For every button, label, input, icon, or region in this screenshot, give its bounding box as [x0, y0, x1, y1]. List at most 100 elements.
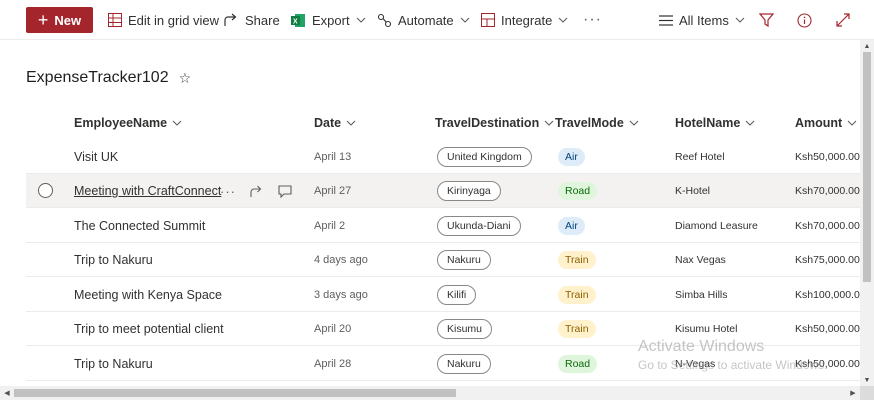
info-icon — [797, 12, 812, 28]
column-header-label: Date — [314, 116, 342, 130]
date-cell: April 2 — [314, 220, 346, 232]
destination-cell: Ukunda-Diani — [437, 209, 521, 243]
employee-name-cell[interactable]: Meeting with CraftConnect — [74, 174, 221, 208]
scroll-down-arrow-icon[interactable]: ▼ — [863, 376, 871, 384]
mode-cell: Train — [558, 243, 596, 277]
export-label: Export — [312, 12, 350, 28]
row-select-radio[interactable] — [38, 183, 53, 198]
row-actions: ··· — [220, 174, 292, 208]
filter-button[interactable] — [759, 0, 780, 40]
integrate-button[interactable]: Integrate — [481, 0, 574, 40]
mode-pill: Train — [558, 251, 596, 269]
destination-cell: Kisumu — [437, 312, 493, 346]
employee-name-cell[interactable]: Visit UK — [74, 140, 118, 174]
comment-icon[interactable] — [278, 184, 292, 198]
more-actions-button[interactable]: ··· — [583, 0, 602, 40]
date-cell: April 28 — [314, 358, 352, 370]
table-row[interactable]: Trip to Nakuru 4 days ago Nakuru Train N… — [26, 243, 860, 277]
activation-watermark-title: Activate Windows — [638, 338, 765, 355]
info-button[interactable] — [797, 0, 818, 40]
destination-cell: United Kingdom — [437, 140, 532, 174]
filter-icon — [759, 13, 774, 27]
vertical-scrollbar[interactable]: ▲ ▼ — [860, 40, 874, 386]
amount-cell: Ksh75,000.00 — [795, 254, 860, 266]
chevron-down-icon — [629, 120, 639, 126]
chevron-down-icon — [346, 120, 356, 126]
destination-pill: Nakuru — [437, 354, 491, 374]
table-row[interactable]: Meeting with Kenya Space 3 days ago Kili… — [26, 278, 866, 312]
chevron-down-icon — [735, 17, 745, 23]
view-selector[interactable]: All Items — [659, 0, 751, 40]
destination-pill: Kirinyaga — [437, 181, 501, 201]
grid-icon — [108, 13, 122, 27]
destination-pill: Nakuru — [437, 250, 491, 270]
mode-cell: Train — [558, 312, 596, 346]
expand-button[interactable] — [836, 0, 856, 40]
employee-name-cell[interactable]: Trip to Nakuru — [74, 243, 153, 277]
amount-cell: Ksh70,000.00 — [795, 220, 860, 232]
automate-label: Automate — [398, 12, 454, 28]
scroll-left-arrow-icon[interactable]: ◀ — [3, 389, 11, 397]
destination-pill: Kisumu — [437, 319, 493, 339]
destination-pill: United Kingdom — [437, 147, 532, 167]
scroll-right-arrow-icon[interactable]: ▶ — [849, 389, 857, 397]
chevron-down-icon — [745, 120, 755, 126]
mode-cell: Air — [558, 209, 585, 243]
column-header-travel-mode[interactable]: TravelMode — [555, 112, 639, 134]
view-selector-label: All Items — [679, 12, 729, 28]
share-button[interactable]: Share — [224, 0, 280, 40]
employee-name-cell[interactable]: Meeting with Kenya Space — [74, 278, 222, 312]
destination-pill: Kilifi — [437, 285, 477, 305]
destination-cell: Kirinyaga — [437, 174, 501, 208]
column-header-travel-destination[interactable]: TravelDestination — [435, 112, 554, 134]
hotel-cell: Diamond Leasure — [675, 220, 758, 232]
favorite-star-icon[interactable]: ☆ — [179, 70, 192, 87]
edit-grid-view-button[interactable]: Edit in grid view — [108, 0, 219, 40]
integrate-label: Integrate — [501, 12, 553, 28]
hotel-cell: Reef Hotel — [675, 151, 725, 163]
integrate-icon — [481, 13, 495, 27]
row-more-button[interactable]: ··· — [220, 184, 236, 199]
column-header-employee-name[interactable]: EmployeeName — [74, 112, 182, 134]
column-header-label: HotelName — [675, 116, 741, 130]
mode-cell: Train — [558, 278, 596, 312]
plus-icon: + — [37, 10, 49, 30]
employee-name-cell[interactable]: Trip to Nakuru — [74, 347, 153, 381]
destination-pill: Ukunda-Diani — [437, 216, 521, 236]
mode-cell: Road — [558, 174, 598, 208]
destination-cell: Nakuru — [437, 347, 491, 381]
expand-icon — [836, 13, 850, 27]
vertical-scroll-thumb[interactable] — [863, 52, 871, 282]
command-bar: + New Edit in grid view Share X Export A… — [0, 0, 874, 40]
hotel-cell: Simba Hills — [675, 289, 728, 301]
mode-cell: Air — [558, 140, 585, 174]
automate-button[interactable]: Automate — [377, 0, 476, 40]
table-row[interactable]: Meeting with CraftConnect ··· April 27 K… — [26, 174, 860, 208]
destination-cell: Kilifi — [437, 278, 477, 312]
table-row[interactable]: The Connected Summit April 2 Ukunda-Dian… — [26, 209, 860, 243]
page-title: ExpenseTracker102 — [26, 69, 169, 86]
new-button[interactable]: + New — [26, 7, 93, 33]
share-icon[interactable] — [250, 185, 264, 198]
list-title-area: ExpenseTracker102 ☆ — [26, 69, 191, 87]
column-header-label: TravelDestination — [435, 116, 540, 130]
employee-name-cell[interactable]: Trip to meet potential client — [74, 312, 224, 346]
horizontal-scrollbar[interactable]: ◀ ▶ — [0, 386, 860, 400]
column-header-label: EmployeeName — [74, 116, 168, 130]
date-cell: 3 days ago — [314, 289, 368, 301]
hotel-cell: Nax Vegas — [675, 254, 726, 266]
table-row[interactable]: Visit UK April 13 United Kingdom Air Ree… — [26, 140, 860, 174]
employee-name-cell[interactable]: The Connected Summit — [74, 209, 205, 243]
column-header-label: Amount — [795, 116, 843, 130]
scroll-up-arrow-icon[interactable]: ▲ — [863, 42, 871, 50]
column-header-date[interactable]: Date — [314, 112, 356, 134]
mode-pill: Air — [558, 148, 585, 166]
column-header-hotel-name[interactable]: HotelName — [675, 112, 755, 134]
column-header-amount[interactable]: Amount — [795, 112, 857, 134]
horizontal-scroll-thumb[interactable] — [14, 389, 456, 397]
share-label: Share — [245, 12, 280, 28]
more-actions-label: ··· — [583, 11, 602, 28]
amount-cell: Ksh50,000.00 — [795, 151, 860, 163]
chevron-down-icon — [847, 120, 857, 126]
export-button[interactable]: X Export — [291, 0, 372, 40]
